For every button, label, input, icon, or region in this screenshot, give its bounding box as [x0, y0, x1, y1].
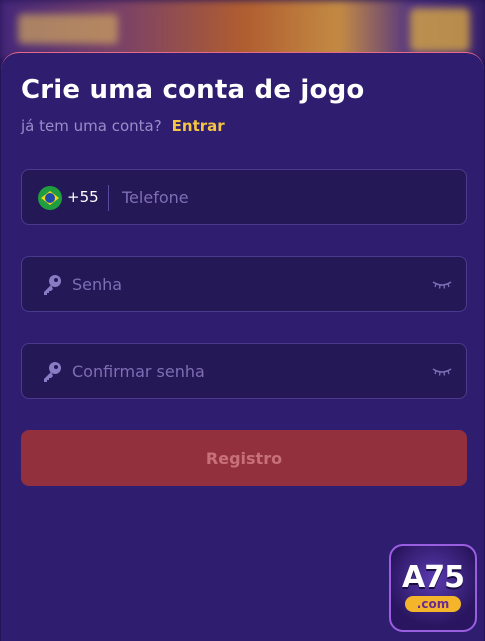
key-icon — [44, 275, 61, 295]
confirm-password-field[interactable]: Confirmar senha — [21, 343, 467, 399]
password-field[interactable]: Senha — [21, 256, 467, 312]
app-logo[interactable]: A75 .com — [389, 544, 477, 632]
banner-item — [410, 8, 470, 52]
login-prompt-text: já tem uma conta? — [21, 117, 162, 135]
banner-item — [18, 14, 118, 44]
brazil-flag-icon[interactable] — [38, 186, 62, 210]
login-link[interactable]: Entrar — [172, 117, 225, 135]
eye-closed-icon[interactable] — [432, 366, 452, 376]
field-divider — [108, 185, 109, 211]
register-button[interactable]: Registro — [21, 430, 467, 486]
key-icon — [44, 362, 61, 382]
logo-domain: .com — [405, 596, 461, 612]
phone-input[interactable]: Telefone — [122, 188, 189, 207]
top-banner — [0, 0, 485, 60]
country-dial-code[interactable]: +55 — [67, 188, 99, 206]
phone-field[interactable]: +55 Telefone — [21, 169, 467, 225]
logo-text: A75 — [402, 560, 465, 595]
eye-closed-icon[interactable] — [432, 279, 452, 289]
confirm-password-input[interactable]: Confirmar senha — [72, 362, 205, 381]
password-input[interactable]: Senha — [72, 275, 122, 294]
page-title: Crie uma conta de jogo — [21, 75, 365, 105]
login-prompt: já tem uma conta? Entrar — [21, 117, 225, 135]
